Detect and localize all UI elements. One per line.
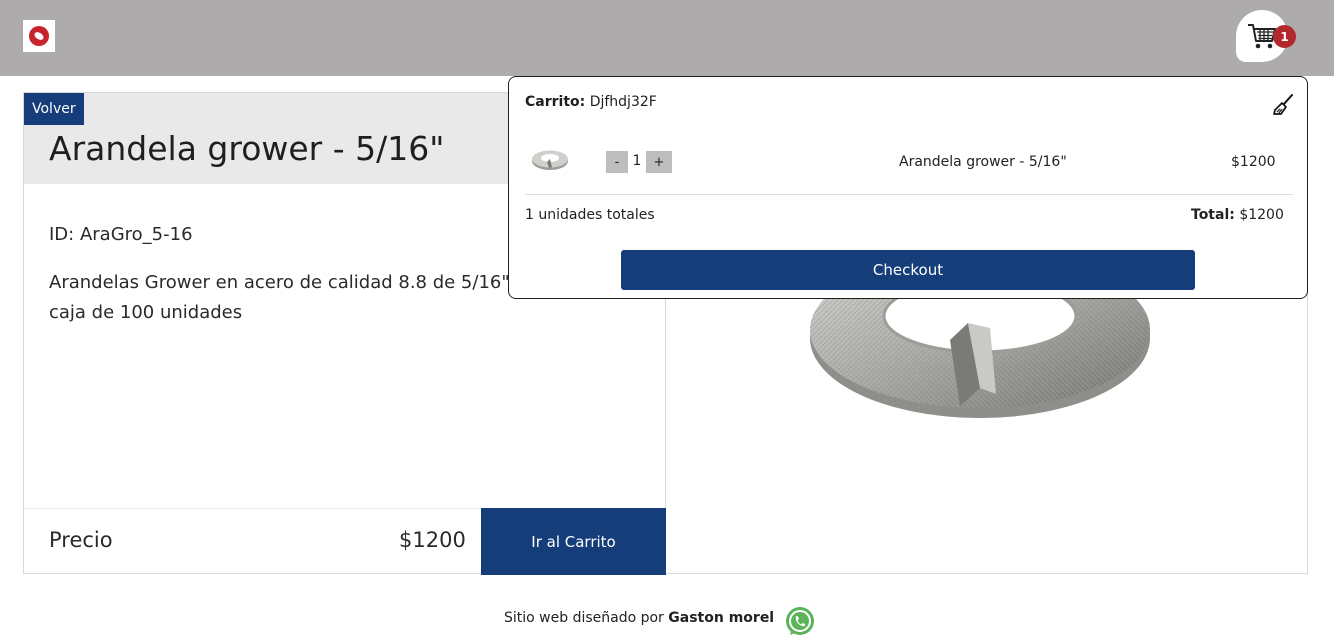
lock-washer-thumbnail xyxy=(532,150,568,170)
price-row: Precio $1200 Ir al Carrito xyxy=(24,508,666,575)
price-label: Precio xyxy=(49,528,113,552)
footer-credit: Sitio web diseñado por Gaston morel xyxy=(504,610,774,626)
footer-text: Sitio web diseñado por xyxy=(504,610,664,626)
broom-icon[interactable] xyxy=(1272,94,1294,116)
cart-total-label: Total: xyxy=(1191,207,1235,223)
checkout-button[interactable]: Checkout xyxy=(621,250,1195,290)
brand-logo-svg xyxy=(29,26,49,46)
top-bar xyxy=(0,0,1334,76)
cart-id: Djfhdj32F xyxy=(589,94,657,110)
go-to-cart-button[interactable]: Ir al Carrito xyxy=(481,508,666,575)
cart-dropdown: Carrito: Djfhdj32F - 1 + Arandela grower… xyxy=(508,76,1308,299)
cart-heading-label: Carrito: xyxy=(525,94,586,110)
cart-units-total: 1 unidades totales xyxy=(525,207,655,223)
quantity-value: 1 xyxy=(632,153,642,169)
cart-heading: Carrito: Djfhdj32F xyxy=(525,94,657,110)
quantity-decrease-button[interactable]: - xyxy=(606,151,628,173)
cart-count-badge: 1 xyxy=(1273,25,1296,48)
product-id: ID: AraGro_5-16 xyxy=(49,224,193,245)
brand-logo-icon[interactable] xyxy=(23,20,55,52)
cart-item-price: $1200 xyxy=(1231,154,1276,170)
cart-total: Total: $1200 xyxy=(1191,207,1284,223)
product-title: Arandela grower - 5/16" xyxy=(49,129,445,168)
cart-item-row: - 1 + Arandela grower - 5/16" $1200 xyxy=(525,143,1293,195)
quantity-increase-button[interactable]: + xyxy=(646,151,672,173)
cart-item-name: Arandela grower - 5/16" xyxy=(899,154,1067,170)
price-value: $1200 xyxy=(399,528,466,552)
cart-total-value: $1200 xyxy=(1239,207,1284,223)
whatsapp-icon[interactable] xyxy=(784,606,816,638)
footer-author[interactable]: Gaston morel xyxy=(668,610,774,626)
back-button[interactable]: Volver xyxy=(24,93,84,125)
